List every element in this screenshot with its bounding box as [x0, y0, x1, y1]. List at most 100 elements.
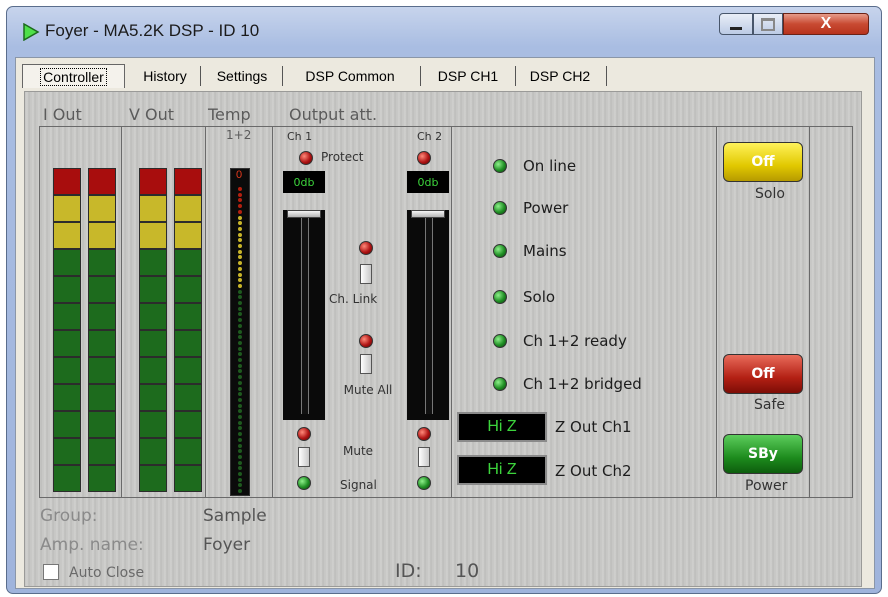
ch1-mute-toggle[interactable] — [298, 447, 310, 467]
tab-divider — [515, 66, 516, 86]
meter-segment-green — [174, 438, 202, 465]
temp-meter-dot — [238, 472, 242, 476]
meter-segment-green — [88, 303, 116, 330]
meter-segment-green — [53, 303, 81, 330]
safe-button[interactable]: Off — [723, 354, 803, 394]
close-icon: X — [820, 15, 832, 32]
meter-segment-green — [174, 465, 202, 492]
temp-label: Temp — [208, 105, 251, 124]
ch1-att-display: 0db — [283, 171, 325, 193]
window-title: Foyer - MA5.2K DSP - ID 10 — [45, 21, 260, 40]
mains-led — [493, 244, 507, 258]
protect-label: Protect — [321, 150, 364, 164]
tab-dsp-common[interactable]: DSP Common — [286, 64, 414, 88]
power-label: Power — [745, 478, 788, 494]
ch1-protect-led — [299, 151, 313, 165]
power-led — [493, 201, 507, 215]
id-value: 10 — [455, 560, 480, 582]
meter-segment-yellow — [53, 195, 81, 222]
temp-meter-dot — [238, 283, 242, 288]
maximize-button[interactable] — [753, 13, 783, 35]
temp-meter-dot — [238, 340, 242, 345]
tab-controller[interactable]: Controller — [22, 64, 125, 88]
meter-segment-green — [53, 438, 81, 465]
mute-all-toggle[interactable] — [360, 354, 372, 374]
fader-knob[interactable] — [287, 210, 321, 218]
safe-label: Safe — [754, 397, 786, 413]
meter-segment-green — [53, 357, 81, 384]
meter-segment-green — [174, 330, 202, 357]
id-label: ID: — [395, 560, 422, 582]
temp-meter-dot — [238, 187, 242, 191]
ch2-fader[interactable] — [407, 210, 449, 420]
ch-link-toggle[interactable] — [360, 264, 372, 284]
meter-segment-green — [88, 276, 116, 303]
temp-meter-dot — [238, 437, 242, 442]
meter-segment-green — [174, 357, 202, 384]
temp-meter-dot — [238, 301, 242, 305]
temp-meter-dot — [238, 209, 242, 214]
temp-meter-dot — [238, 380, 242, 385]
fader-slot — [425, 216, 433, 414]
power-button[interactable]: SBy — [723, 434, 803, 474]
i-out-label: I Out — [43, 105, 82, 124]
meter-segment-red — [53, 168, 81, 195]
temp-meter-dot — [238, 369, 242, 374]
title-bar[interactable]: Foyer - MA5.2K DSP - ID 10 X — [7, 7, 881, 51]
tab-label: DSP CH2 — [529, 68, 591, 84]
client-area: Controller History Settings DSP Common D… — [15, 57, 875, 589]
ch2-mute-toggle[interactable] — [418, 447, 430, 467]
temp-meter-dot — [238, 432, 242, 437]
ch1-label: Ch 1 — [287, 130, 313, 143]
meter-segment-green — [53, 384, 81, 411]
meter-segment-red — [139, 168, 167, 195]
ch1-mute-led — [297, 427, 311, 441]
minimize-button[interactable] — [719, 13, 753, 35]
auto-close-checkbox[interactable] — [43, 564, 59, 580]
temp-channels-label: 1+2 — [226, 128, 252, 142]
amp-name-value: Foyer — [203, 535, 251, 555]
temp-meter-dot — [238, 249, 242, 254]
meter-segment-green — [88, 465, 116, 492]
tab-settings[interactable]: Settings — [204, 64, 280, 88]
temp-meter-dot — [238, 226, 242, 231]
meter-segment-green — [88, 330, 116, 357]
status-label-solo: Solo — [523, 288, 556, 306]
temp-meter-dot — [238, 386, 242, 391]
meter-segment-yellow — [88, 222, 116, 249]
tab-dsp-ch1[interactable]: DSP CH1 — [424, 64, 512, 88]
temp-meter: 0 — [230, 168, 250, 496]
app-window: Foyer - MA5.2K DSP - ID 10 X Controller … — [6, 6, 882, 594]
bridged-led — [493, 377, 507, 391]
mute-all-led — [359, 334, 373, 348]
temp-meter-dot — [238, 278, 242, 283]
tab-divider — [200, 66, 201, 86]
tab-label: DSP Common — [305, 68, 395, 84]
temp-meter-dot — [238, 232, 242, 237]
meter-segment-yellow — [139, 195, 167, 222]
meter-segment-green — [53, 276, 81, 303]
temp-meter-dot — [238, 261, 242, 266]
meter-segment-green — [174, 276, 202, 303]
fader-knob[interactable] — [411, 210, 445, 218]
temp-meter-dot — [238, 466, 242, 471]
temp-meter-dot — [238, 215, 242, 220]
tab-dsp-ch2[interactable]: DSP CH2 — [519, 64, 601, 88]
meter-segment-yellow — [139, 222, 167, 249]
tab-divider — [420, 66, 421, 86]
meter-segment-green — [139, 438, 167, 465]
temp-meter-dot — [238, 255, 242, 260]
meter-segment-green — [174, 411, 202, 438]
meter-segment-green — [53, 330, 81, 357]
temp-meter-dot — [238, 198, 242, 203]
status-box — [451, 126, 717, 498]
solo-button[interactable]: Off — [723, 142, 803, 182]
tab-label: History — [143, 68, 187, 84]
tab-history[interactable]: History — [131, 64, 199, 88]
mute-all-label: Mute All — [343, 383, 393, 397]
ch1-fader[interactable] — [283, 210, 325, 420]
temp-meter-dot — [238, 358, 242, 362]
close-button[interactable]: X — [783, 13, 869, 35]
temp-meter-dot — [238, 392, 242, 397]
temp-meter-dot — [238, 192, 242, 197]
